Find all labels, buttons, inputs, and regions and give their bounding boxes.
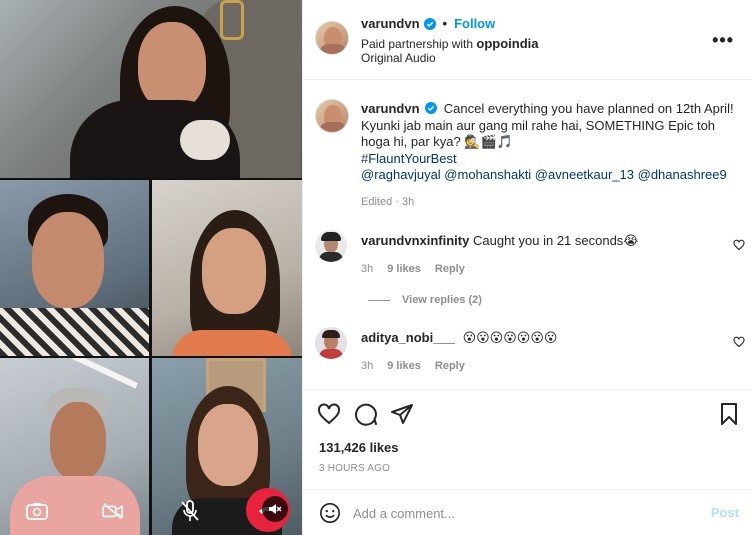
- comment-time: 3h: [361, 263, 374, 275]
- mic-off-icon[interactable]: [180, 500, 200, 522]
- emoji-icon[interactable]: [319, 502, 341, 524]
- caption-username[interactable]: varundvn: [361, 101, 420, 116]
- post-side-panel: varundvn • Follow Paid partnership with …: [302, 0, 752, 535]
- view-replies-button[interactable]: View replies (2): [368, 294, 482, 306]
- edited-timestamp: Edited · 3h: [361, 196, 415, 208]
- video-tile-middle-right: [152, 180, 302, 356]
- comment-body: 😮😮😮😮😮😮😮: [462, 330, 558, 345]
- video-tile-top: [0, 0, 302, 178]
- instagram-post-view: varundvn • Follow Paid partnership with …: [0, 0, 752, 535]
- comment-username[interactable]: aditya_nobi___: [361, 330, 455, 345]
- post-header: varundvn • Follow Paid partnership with …: [303, 0, 752, 80]
- author-username[interactable]: varundvn: [361, 16, 420, 31]
- partnership-prefix: Paid partnership with: [361, 37, 474, 51]
- audio-link[interactable]: Original Audio: [361, 51, 436, 65]
- comment-username[interactable]: varundvnxinfinity: [361, 233, 469, 248]
- comment-text: aditya_nobi___ 😮😮😮😮😮😮😮: [361, 330, 557, 346]
- comment-input[interactable]: [353, 502, 683, 524]
- post-timestamp: 3 HOURS AGO: [319, 463, 391, 474]
- comment-meta: 3h 9 likes Reply: [361, 263, 465, 275]
- comment-text: varundvnxinfinity Caught you in 21 secon…: [361, 233, 639, 249]
- reply-button[interactable]: Reply: [435, 360, 465, 372]
- comment-body: Caught you in 21 seconds😭: [472, 233, 639, 248]
- video-tile-middle-left: [0, 180, 149, 356]
- reply-button[interactable]: Reply: [435, 263, 465, 275]
- verified-badge-icon: [425, 102, 438, 114]
- caption-hashtag[interactable]: #FlauntYourBest: [361, 151, 457, 166]
- bookmark-icon[interactable]: [717, 402, 741, 426]
- likes-count[interactable]: 131,426 likes: [319, 440, 399, 455]
- like-heart-icon[interactable]: [317, 402, 341, 426]
- verified-badge-icon: [423, 17, 436, 30]
- caption-author-avatar[interactable]: [315, 99, 349, 133]
- heart-icon[interactable]: [733, 239, 745, 251]
- muted-speaker-icon[interactable]: [262, 496, 288, 522]
- more-options-button[interactable]: •••: [712, 30, 734, 51]
- replies-divider: [368, 299, 390, 301]
- heart-icon[interactable]: [733, 336, 745, 348]
- add-comment-bar: Post: [303, 489, 752, 535]
- comment-meta: 3h 9 likes Reply: [361, 360, 465, 372]
- separator-dot: •: [442, 16, 448, 31]
- video-tile-bottom-left: [0, 358, 149, 535]
- comment-icon[interactable]: [354, 402, 378, 426]
- follow-button[interactable]: Follow: [454, 16, 495, 31]
- comment-time: 3h: [361, 360, 374, 372]
- partner-link[interactable]: oppoindia: [476, 36, 538, 51]
- post-video[interactable]: [0, 0, 302, 535]
- comment-likes[interactable]: 9 likes: [387, 360, 421, 372]
- commenter-avatar[interactable]: [315, 230, 347, 262]
- view-replies-label[interactable]: View replies (2): [402, 294, 482, 306]
- author-line: varundvn • Follow: [361, 16, 495, 31]
- camera-flip-icon[interactable]: [26, 502, 48, 520]
- video-off-icon[interactable]: [102, 502, 124, 520]
- post-actions: [303, 402, 752, 426]
- share-icon[interactable]: [390, 402, 414, 426]
- author-avatar[interactable]: [315, 21, 349, 55]
- comment-likes[interactable]: 9 likes: [387, 263, 421, 275]
- caption: varundvn Cancel everything you have plan…: [361, 101, 736, 184]
- partnership-line: Paid partnership with oppoindia: [361, 36, 539, 51]
- commenter-avatar[interactable]: [315, 327, 347, 359]
- caption-mentions[interactable]: @raghavjuyal @mohanshakti @avneetkaur_13…: [361, 167, 727, 182]
- comments-section[interactable]: varundvn Cancel everything you have plan…: [303, 81, 752, 390]
- post-comment-button[interactable]: Post: [711, 505, 739, 520]
